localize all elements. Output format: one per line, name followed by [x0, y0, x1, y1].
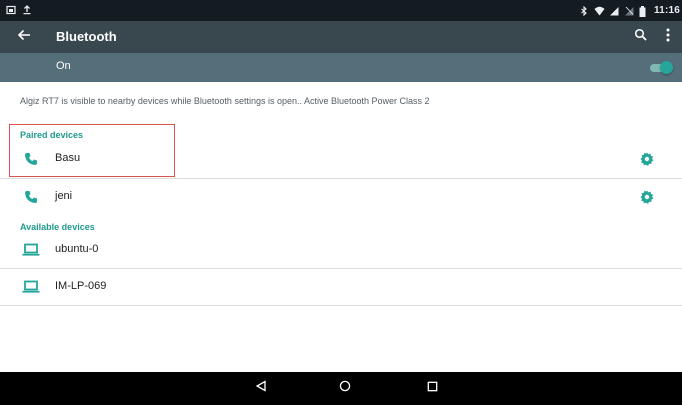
nav-recents-button[interactable]: [421, 378, 443, 398]
phone-icon: [22, 188, 40, 206]
status-time: 11:16: [653, 5, 680, 16]
recents-square-icon: [427, 379, 438, 397]
status-bar: 11:16: [0, 0, 682, 21]
status-left-icons: [6, 2, 32, 19]
divider: [0, 305, 682, 306]
wifi-icon: [594, 6, 605, 16]
back-triangle-icon: [255, 379, 267, 397]
available-device-row[interactable]: ubuntu-0: [0, 232, 682, 268]
back-button[interactable]: [14, 27, 34, 47]
laptop-icon: [22, 278, 40, 296]
system-nav-bar: [0, 372, 682, 405]
bluetooth-switch-bar[interactable]: On: [0, 53, 682, 82]
laptop-icon: [22, 241, 40, 259]
upload-icon: [22, 2, 32, 20]
search-icon: [634, 28, 647, 46]
paired-devices-header: Paired devices: [20, 130, 84, 140]
device-name: ubuntu-0: [55, 243, 99, 255]
search-button[interactable]: [630, 27, 650, 47]
bluetooth-switch-label: On: [56, 60, 71, 72]
gear-icon[interactable]: [638, 150, 656, 168]
page-title: Bluetooth: [56, 29, 117, 44]
bluetooth-icon: [579, 5, 589, 16]
visibility-message: Algiz RT7 is visible to nearby devices w…: [20, 96, 430, 106]
nav-home-button[interactable]: [334, 378, 356, 398]
signal-icon: [609, 6, 619, 16]
available-devices-header: Available devices: [20, 222, 95, 232]
home-circle-icon: [339, 379, 351, 397]
battery-icon: [639, 5, 649, 17]
status-right-icons: 11:16: [579, 2, 680, 19]
no-sim-icon: [624, 6, 634, 16]
overflow-menu-button[interactable]: [660, 27, 676, 47]
device-name: jeni: [55, 190, 73, 202]
device-name: IM-LP-069: [55, 280, 107, 292]
paired-device-row[interactable]: jeni: [0, 179, 682, 215]
paired-device-row[interactable]: Basu: [0, 141, 682, 177]
available-device-row[interactable]: IM-LP-069: [0, 269, 682, 305]
app-toolbar: Bluetooth: [0, 21, 682, 53]
nav-back-button[interactable]: [250, 378, 272, 398]
toggle-thumb: [660, 61, 673, 74]
bluetooth-toggle[interactable]: [650, 61, 673, 74]
gear-icon[interactable]: [638, 188, 656, 206]
back-arrow-icon: [17, 28, 31, 47]
overflow-menu-icon: [666, 28, 670, 47]
phone-icon: [22, 150, 40, 168]
device-name: Basu: [55, 152, 81, 164]
screenshot-icon: [6, 2, 16, 20]
